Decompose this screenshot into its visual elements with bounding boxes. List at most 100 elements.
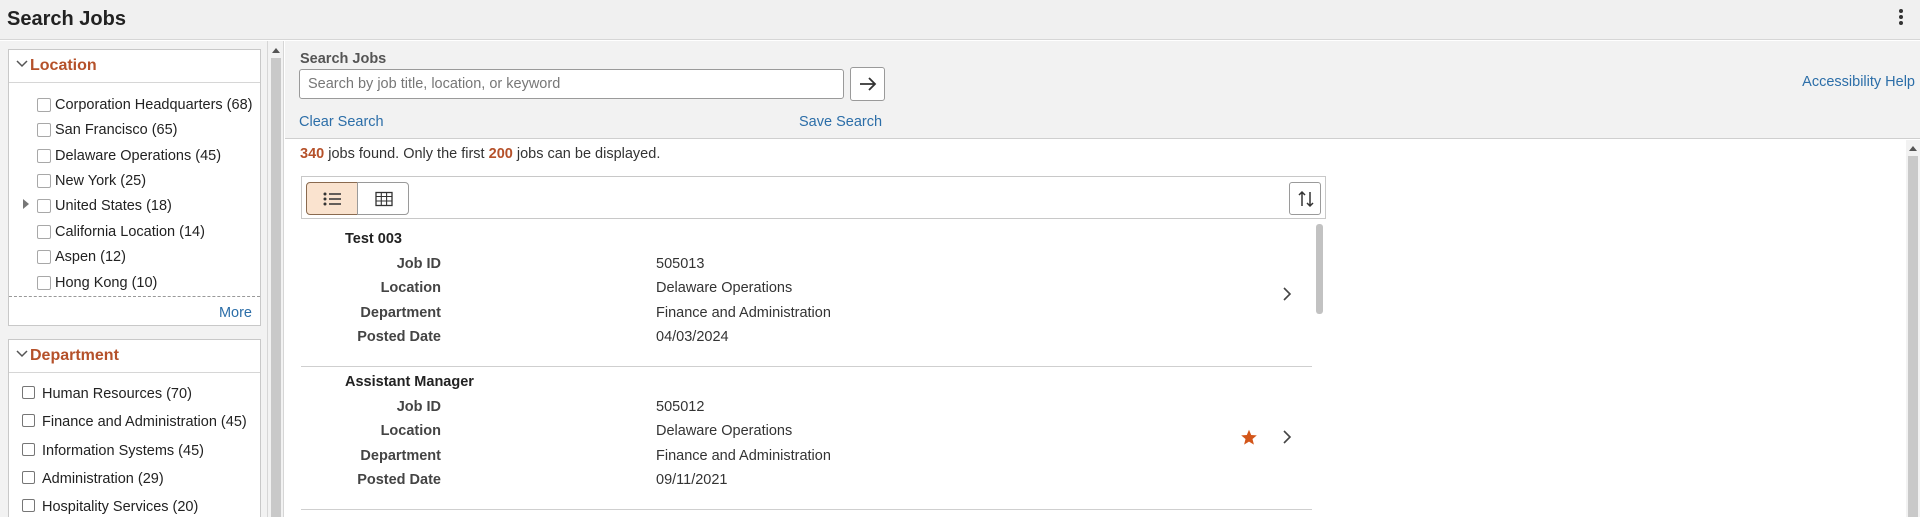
scrollbar-thumb[interactable] — [271, 58, 281, 517]
department-option-label: Finance and Administration (45) — [42, 414, 247, 430]
checkbox[interactable] — [37, 199, 51, 213]
chevron-right-icon[interactable] — [1282, 287, 1292, 301]
job-title: Test 003 — [345, 231, 402, 247]
clear-search-link[interactable]: Clear Search — [299, 114, 384, 130]
grid-icon — [375, 191, 393, 207]
divider — [9, 296, 260, 297]
department-option-label: Human Resources (70) — [42, 386, 192, 402]
job-title: Assistant Manager — [345, 374, 474, 390]
checkbox[interactable] — [37, 225, 51, 239]
more-vertical-icon[interactable] — [1896, 9, 1906, 29]
department-option-label: Information Systems (45) — [42, 443, 204, 459]
search-submit-button[interactable] — [850, 67, 885, 101]
location-facet-header[interactable]: Location — [9, 50, 260, 83]
department-option[interactable]: Administration (29) — [9, 469, 260, 491]
location-option[interactable]: San Francisco (65) — [9, 120, 260, 142]
chevron-right-icon[interactable] — [1282, 430, 1292, 444]
scroll-up-arrow-icon[interactable] — [272, 48, 280, 53]
location-option[interactable]: New York (25) — [9, 171, 260, 193]
job-card[interactable]: Test 003 Job ID 505013 Location Delaware… — [301, 224, 1312, 367]
location-option[interactable]: California Location (14) — [9, 222, 260, 244]
chevron-down-icon — [16, 60, 28, 68]
star-icon[interactable] — [1240, 429, 1258, 446]
department-option[interactable]: Human Resources (70) — [9, 384, 260, 406]
location-value: Delaware Operations — [656, 280, 793, 296]
checkbox[interactable] — [22, 386, 35, 399]
field-label: Department — [360, 305, 441, 321]
job-id-row: Job ID 505012 — [301, 399, 901, 419]
search-input[interactable] — [299, 69, 844, 99]
location-facet-title: Location — [30, 57, 97, 74]
results-area: 340 jobs found. Only the first 200 jobs … — [285, 140, 1920, 517]
location-value: Delaware Operations — [656, 423, 793, 439]
department-option[interactable]: Information Systems (45) — [9, 441, 260, 463]
department-facet-title: Department — [30, 347, 119, 364]
chevron-down-icon — [16, 350, 28, 358]
location-row: Location Delaware Operations — [301, 280, 901, 300]
field-label: Posted Date — [357, 472, 441, 488]
expand-triangle-icon[interactable] — [23, 199, 29, 209]
location-facet: Location Corporation Headquarters (68) S… — [8, 49, 261, 326]
list-view-button[interactable] — [306, 182, 358, 215]
scroll-up-arrow-icon[interactable] — [1909, 146, 1917, 151]
department-value: Finance and Administration — [656, 448, 831, 464]
checkbox[interactable] — [37, 250, 51, 264]
sort-icon — [1298, 190, 1314, 208]
save-search-link[interactable]: Save Search — [799, 114, 882, 130]
field-label: Location — [380, 423, 441, 439]
job-id-value: 505013 — [656, 256, 705, 272]
department-facet-header[interactable]: Department — [9, 340, 260, 373]
department-option[interactable]: Finance and Administration (45) — [9, 412, 260, 434]
checkbox[interactable] — [22, 414, 35, 427]
posted-date-row: Posted Date 04/03/2024 — [301, 329, 901, 349]
page-title: Search Jobs — [7, 8, 126, 30]
results-count-message: 340 jobs found. Only the first 200 jobs … — [300, 146, 660, 162]
arrow-right-icon — [860, 77, 877, 91]
scrollbar-thumb[interactable] — [1908, 156, 1918, 517]
field-label: Posted Date — [357, 329, 441, 345]
page-scrollbar[interactable] — [1906, 140, 1920, 517]
more-link[interactable]: More — [219, 305, 252, 321]
job-id-value: 505012 — [656, 399, 705, 415]
search-label: Search Jobs — [300, 51, 387, 67]
search-panel: Search Jobs Clear Search Save Search Acc… — [285, 41, 1920, 139]
checkbox[interactable] — [37, 123, 51, 137]
results-count: 340 — [300, 146, 325, 162]
results-limit: 200 — [488, 146, 513, 162]
checkbox[interactable] — [22, 443, 35, 456]
accessibility-help-link[interactable]: Accessibility Help — [1802, 74, 1915, 90]
department-row: Department Finance and Administration — [301, 448, 901, 468]
field-label: Job ID — [396, 399, 441, 415]
department-value: Finance and Administration — [656, 305, 831, 321]
field-label: Location — [380, 280, 441, 296]
results-scrollbar-thumb[interactable] — [1316, 224, 1323, 314]
location-option-label: California Location (14) — [55, 224, 205, 240]
location-option-label: Corporation Headquarters (68) — [55, 97, 253, 113]
checkbox[interactable] — [37, 98, 51, 112]
location-option-label: New York (25) — [55, 173, 147, 189]
checkbox[interactable] — [37, 174, 51, 188]
location-option-label: United States (18) — [55, 198, 172, 214]
checkbox[interactable] — [37, 149, 51, 163]
checkbox[interactable] — [22, 499, 35, 512]
field-label: Department — [360, 448, 441, 464]
department-facet: Department Human Resources (70) Finance … — [8, 339, 261, 517]
results-count-text: jobs found. Only the first — [324, 146, 489, 162]
department-row: Department Finance and Administration — [301, 305, 901, 325]
location-option[interactable]: Aspen (12) — [9, 247, 260, 269]
left-pane-scrollbar[interactable] — [268, 41, 284, 517]
location-option[interactable]: Delaware Operations (45) — [9, 146, 260, 168]
job-card[interactable]: Assistant Manager Job ID 505012 Location… — [301, 367, 1312, 510]
checkbox[interactable] — [22, 471, 35, 484]
department-option[interactable]: Hospitality Services (20) — [9, 497, 260, 517]
checkbox[interactable] — [37, 276, 51, 290]
posted-date-value: 09/11/2021 — [656, 472, 728, 488]
grid-view-button[interactable] — [357, 182, 409, 215]
location-option[interactable]: Hong Kong (10) — [9, 273, 260, 295]
location-option[interactable]: United States (18) — [9, 196, 260, 218]
title-bar: Search Jobs — [0, 0, 1920, 40]
department-option-label: Administration (29) — [42, 471, 164, 487]
sort-button[interactable] — [1289, 182, 1321, 215]
filter-pane: Location Corporation Headquarters (68) S… — [0, 41, 268, 517]
location-option[interactable]: Corporation Headquarters (68) — [9, 95, 260, 117]
